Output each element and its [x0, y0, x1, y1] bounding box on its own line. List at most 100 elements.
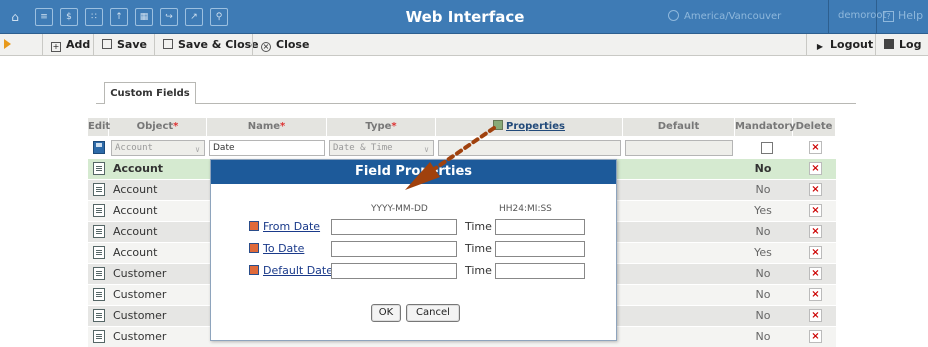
delete-icon[interactable]: × [809, 267, 822, 280]
save-row-icon[interactable] [93, 141, 105, 154]
mandatory-cell: No [754, 162, 772, 175]
edit-icon[interactable] [93, 162, 105, 175]
ok-button[interactable]: OK [371, 304, 401, 322]
edit-icon[interactable] [93, 225, 105, 238]
delete-icon[interactable]: × [809, 288, 822, 301]
mandatory-cell: Yes [754, 246, 772, 259]
chevron-down-icon: ∨ [424, 145, 429, 154]
save-close-label: Save & Close [178, 38, 259, 51]
default-time-input[interactable] [495, 263, 585, 279]
edit-icon[interactable] [93, 204, 105, 217]
edit-icon[interactable] [93, 309, 105, 322]
upload-icon[interactable]: ↑ [110, 8, 128, 26]
col-properties[interactable]: Properties [436, 118, 623, 136]
timezone[interactable]: America/Vancouver [668, 10, 781, 22]
type-select[interactable]: Date & Time ∨ [329, 140, 434, 156]
default-date-input[interactable] [331, 263, 457, 279]
new-field-row: Account ∨ Date Date & Time ∨ × [88, 138, 836, 158]
edit-icon[interactable] [93, 288, 105, 301]
col-properties-label: Properties [506, 121, 565, 132]
modules-icon[interactable]: ∷ [85, 8, 103, 26]
top-bar: ⌂ ≡ $ ∷ ↑ ▦ ↪ ↗ ⚲ Web Interface America/… [0, 0, 928, 34]
list-icon[interactable]: ≡ [35, 8, 53, 26]
from-date-link[interactable]: From Date [249, 220, 320, 233]
default-date-link[interactable]: Default Date [249, 264, 333, 277]
mandatory-checkbox[interactable] [761, 142, 773, 154]
edit-icon[interactable] [93, 267, 105, 280]
object-cell: Customer [113, 330, 167, 343]
delete-icon[interactable]: × [809, 162, 822, 175]
save-close-button[interactable]: Save & Close [154, 34, 259, 56]
close-icon: × [261, 42, 271, 52]
col-default: Default [623, 118, 735, 136]
time-label: Time [465, 220, 492, 233]
delete-icon[interactable]: × [809, 204, 822, 217]
default-input[interactable] [625, 140, 733, 156]
dialog-title: Field Properties [211, 160, 616, 184]
close-button[interactable]: × Close [252, 34, 317, 56]
from-date-input[interactable] [331, 219, 457, 235]
mandatory-cell: Yes [754, 204, 772, 217]
chart-icon[interactable]: ↗ [185, 8, 203, 26]
from-date-label: From Date [263, 220, 321, 233]
col-edit: Edit [88, 118, 110, 136]
username: demoroot [838, 10, 887, 21]
mandatory-cell: No [755, 330, 771, 343]
to-time-input[interactable] [495, 241, 585, 257]
delete-icon[interactable]: × [809, 246, 822, 259]
divider [876, 0, 877, 34]
to-date-input[interactable] [331, 241, 457, 257]
delete-icon[interactable]: × [809, 141, 822, 154]
clock-icon [668, 10, 679, 21]
log-label: Log [899, 38, 922, 51]
tab-custom-fields[interactable]: Custom Fields [104, 82, 196, 104]
delete-icon[interactable]: × [809, 309, 822, 322]
to-date-link[interactable]: To Date [249, 242, 304, 255]
object-select[interactable]: Account ∨ [111, 140, 205, 156]
timezone-label: America/Vancouver [684, 11, 782, 22]
disk-icon [102, 39, 112, 49]
add-icon: + [51, 42, 61, 52]
tab-divider [196, 103, 856, 104]
home-icon[interactable]: ⌂ [6, 8, 24, 26]
to-date-label: To Date [263, 242, 305, 255]
dollar-icon[interactable]: $ [60, 8, 78, 26]
edit-icon[interactable] [93, 183, 105, 196]
delete-icon[interactable]: × [809, 225, 822, 238]
grid-icon[interactable]: ▦ [135, 8, 153, 26]
date-format-hint: YYYY-MM-DD [371, 204, 428, 214]
edit-icon[interactable] [93, 246, 105, 259]
play-icon [4, 39, 11, 49]
time-label: Time [465, 242, 492, 255]
col-type-label: Type [365, 121, 392, 132]
mandatory-cell: No [755, 183, 771, 196]
object-cell: Customer [113, 288, 167, 301]
edit-icon[interactable] [93, 330, 105, 343]
delete-icon[interactable]: × [809, 183, 822, 196]
save-button[interactable]: Save [93, 34, 147, 56]
log-button[interactable]: Log [875, 34, 921, 56]
cancel-button[interactable]: Cancel [406, 304, 460, 322]
logout-button[interactable]: ▶ Logout [806, 34, 873, 56]
properties-input[interactable] [438, 140, 621, 156]
delete-icon[interactable]: × [809, 330, 822, 343]
from-time-input[interactable] [495, 219, 585, 235]
object-select-value: Account [115, 143, 153, 153]
close-label: Close [276, 38, 310, 51]
mandatory-cell: No [755, 309, 771, 322]
object-cell: Account [113, 204, 158, 217]
object-cell: Customer [113, 309, 167, 322]
time-label: Time [465, 264, 492, 277]
calendar-icon [249, 265, 259, 275]
name-input[interactable]: Date [209, 140, 325, 156]
search-icon[interactable]: ⚲ [210, 8, 228, 26]
field-properties-dialog: Field Properties YYYY-MM-DD HH24:MI:SS F… [210, 159, 617, 341]
import-icon[interactable]: ↪ [160, 8, 178, 26]
add-button[interactable]: + Add [42, 34, 90, 56]
help-link[interactable]: ? Help [883, 9, 923, 22]
calendar-icon [249, 221, 259, 231]
object-cell: Account [113, 225, 158, 238]
chevron-down-icon: ∨ [195, 145, 200, 154]
add-label: Add [66, 38, 91, 51]
properties-icon [493, 120, 504, 130]
